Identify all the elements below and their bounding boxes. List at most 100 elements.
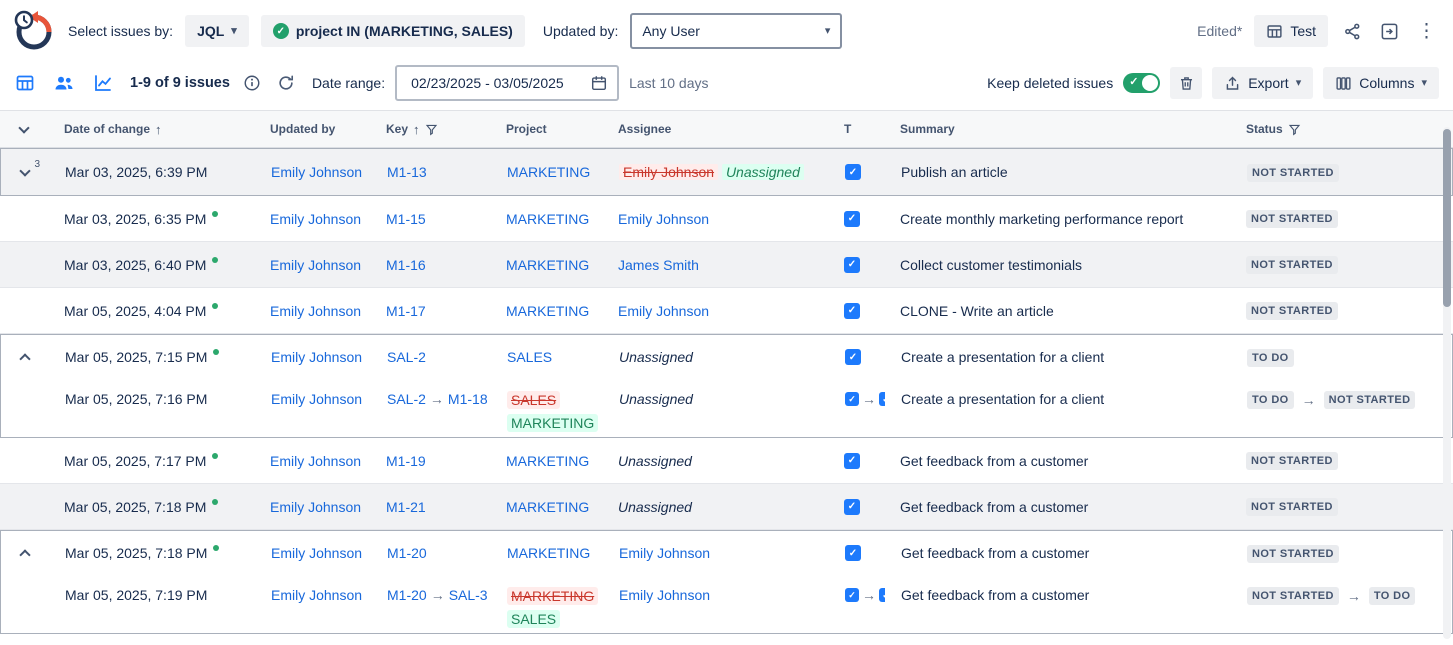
toggle-check-icon: ✓ — [1129, 76, 1138, 89]
issue-key-link[interactable]: M1-20 — [387, 545, 427, 561]
updated-by-link[interactable]: Emily Johnson — [270, 257, 361, 273]
scrollbar-thumb[interactable] — [1443, 129, 1451, 307]
project-link[interactable]: MARKETING — [506, 211, 589, 227]
change-date: Mar 05, 2025, 7:17 PM — [64, 453, 206, 469]
project-new-value: MARKETING — [507, 414, 598, 432]
updated-by-select[interactable]: Any User ▾ — [630, 13, 842, 49]
assignee-link[interactable]: James Smith — [618, 257, 699, 273]
info-button[interactable] — [240, 71, 264, 95]
column-header-assignee[interactable]: Assignee — [602, 122, 834, 136]
column-header-status[interactable]: Status — [1230, 122, 1453, 136]
jql-query-pill[interactable]: ✓ project IN (MARKETING, SALES) — [261, 15, 525, 47]
updated-by-link[interactable]: Emily Johnson — [271, 587, 362, 603]
chart-icon — [93, 73, 113, 93]
keep-deleted-toggle[interactable]: ✓ — [1123, 73, 1160, 93]
issue-key-link[interactable]: M1-16 — [386, 257, 426, 273]
issue-key-link[interactable]: M1-21 — [386, 499, 426, 515]
collapse-group-button[interactable] — [15, 345, 35, 369]
valid-check-icon: ✓ — [273, 23, 289, 39]
issue-key-link[interactable]: M1-19 — [386, 453, 426, 469]
activity-chart-view-button[interactable] — [90, 70, 116, 96]
task-type-icon: ✓ — [845, 349, 861, 365]
column-header-updated-by[interactable]: Updated by — [254, 122, 370, 136]
vertical-scrollbar[interactable] — [1443, 127, 1451, 639]
updated-by-link[interactable]: Emily Johnson — [270, 211, 361, 227]
project-link[interactable]: SALES — [507, 349, 552, 365]
table-icon — [1266, 23, 1283, 40]
refresh-icon — [277, 74, 295, 92]
filter-icon[interactable] — [1288, 123, 1301, 136]
calendar-icon[interactable] — [590, 74, 608, 92]
table-row: Mar 05, 2025, 7:15 PM Emily Johnson SAL-… — [1, 335, 1452, 379]
updated-by-value: Any User — [642, 23, 700, 39]
updated-by-link[interactable]: Emily Johnson — [271, 545, 362, 561]
issue-key-new-link[interactable]: M1-18 — [448, 391, 488, 407]
assignee-link[interactable]: Emily Johnson — [619, 587, 710, 603]
issue-key-new-link[interactable]: SAL-3 — [449, 587, 488, 603]
project-new-value: SALES — [507, 610, 560, 628]
more-menu-button[interactable]: ⋮ — [1414, 19, 1439, 44]
column-header-key[interactable]: Key ↑ — [370, 122, 490, 137]
status-badge: NOT STARTED — [1246, 498, 1338, 516]
status-badge: NOT STARTED — [1246, 302, 1338, 320]
share-button[interactable] — [1340, 19, 1365, 44]
task-type-icon: ✓ — [845, 588, 859, 602]
expand-all-button[interactable] — [14, 120, 34, 138]
table-view-button[interactable] — [12, 70, 38, 96]
collapse-group-button[interactable] — [15, 541, 35, 565]
new-change-dot — [213, 349, 219, 355]
column-header-project[interactable]: Project — [490, 122, 602, 136]
open-view-button[interactable] — [1377, 19, 1402, 44]
jql-query-text: project IN (MARKETING, SALES) — [296, 23, 513, 39]
filter-icon[interactable] — [425, 123, 438, 136]
arrow-right-icon: → — [430, 391, 444, 407]
delete-button[interactable] — [1170, 67, 1202, 99]
updated-by-link[interactable]: Emily Johnson — [270, 499, 361, 515]
column-header-type[interactable]: T — [834, 122, 884, 136]
issue-key-link[interactable]: M1-17 — [386, 303, 426, 319]
issue-key-link[interactable]: M1-15 — [386, 211, 426, 227]
issue-key-old-link[interactable]: SAL-2 — [387, 391, 426, 407]
refresh-button[interactable] — [274, 71, 298, 95]
table-row: Mar 03, 2025, 6:40 PM Emily Johnson M1-1… — [0, 242, 1453, 288]
column-header-date[interactable]: Date of change ↑ — [48, 122, 254, 137]
columns-label: Columns — [1359, 75, 1414, 91]
expand-group-button[interactable]: 3 — [15, 163, 35, 181]
column-header-summary[interactable]: Summary — [884, 122, 1230, 136]
jql-mode-button[interactable]: JQL ▾ — [185, 15, 249, 47]
project-link[interactable]: MARKETING — [506, 257, 589, 273]
issue-key-old-link[interactable]: M1-20 — [387, 587, 427, 603]
project-link[interactable]: MARKETING — [507, 545, 590, 561]
project-link[interactable]: MARKETING — [507, 164, 590, 180]
sort-asc-icon[interactable]: ↑ — [155, 122, 162, 137]
assignee-link[interactable]: Emily Johnson — [619, 545, 710, 561]
table-row: Mar 05, 2025, 4:04 PM Emily Johnson M1-1… — [0, 288, 1453, 334]
updated-by-link[interactable]: Emily Johnson — [270, 453, 361, 469]
assignee-value: Unassigned — [618, 453, 692, 469]
updated-by-link[interactable]: Emily Johnson — [270, 303, 361, 319]
open-in-icon — [1380, 22, 1399, 41]
new-change-dot — [212, 499, 218, 505]
changes-table: Date of change ↑ Updated by Key ↑ Projec… — [0, 110, 1453, 634]
change-date: Mar 05, 2025, 7:18 PM — [65, 545, 207, 561]
project-link[interactable]: MARKETING — [506, 453, 589, 469]
updated-by-link[interactable]: Emily Johnson — [271, 391, 362, 407]
jql-label: JQL — [197, 23, 224, 39]
date-range-input[interactable]: 02/23/2025 - 03/05/2025 — [395, 65, 619, 101]
assignee-link[interactable]: Emily Johnson — [618, 303, 709, 319]
export-button[interactable]: Export ▾ — [1212, 67, 1313, 99]
issue-key-link[interactable]: SAL-2 — [387, 349, 426, 365]
project-link[interactable]: MARKETING — [506, 499, 589, 515]
sort-asc-icon[interactable]: ↑ — [413, 122, 420, 137]
columns-button[interactable]: Columns ▾ — [1323, 67, 1439, 99]
updated-by-link[interactable]: Emily Johnson — [271, 349, 362, 365]
assignee-link[interactable]: Emily Johnson — [618, 211, 709, 227]
change-date: Mar 05, 2025, 7:18 PM — [64, 499, 206, 515]
chevron-up-icon — [19, 353, 30, 364]
issue-key-link[interactable]: M1-13 — [387, 164, 427, 180]
updated-by-link[interactable]: Emily Johnson — [271, 164, 362, 180]
arrow-right-icon: → — [862, 391, 876, 407]
users-view-button[interactable] — [51, 70, 77, 96]
project-link[interactable]: MARKETING — [506, 303, 589, 319]
saved-view-test-button[interactable]: Test — [1254, 15, 1328, 47]
